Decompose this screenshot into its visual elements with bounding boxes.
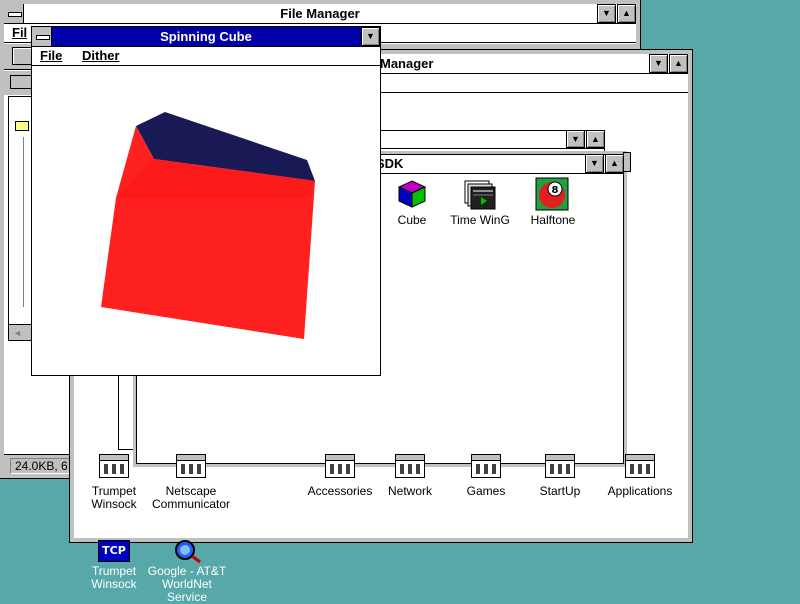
maximize-button[interactable]: ▲	[669, 54, 688, 73]
program-group-icon	[395, 454, 425, 478]
maximize-button[interactable]: ▲	[617, 4, 636, 23]
cube-canvas[interactable]	[32, 67, 380, 375]
program-group-icon	[471, 454, 501, 478]
eight-ball-icon: 8	[535, 177, 569, 211]
system-menu-icon[interactable]	[4, 4, 24, 23]
stack-icon	[464, 180, 496, 210]
minimize-button[interactable]: ▼	[649, 54, 668, 73]
vertical-scrollbar[interactable]	[623, 152, 631, 172]
scroll-left-icon[interactable]: ◄	[9, 328, 22, 338]
program-item-time-wing[interactable]: Time WinG	[445, 179, 515, 227]
tcp-icon: TCP	[98, 540, 130, 562]
menu-file[interactable]: File	[40, 48, 62, 63]
window-title: Manager	[380, 56, 434, 71]
spinning-cube-titlebar[interactable]: Spinning Cube ▼	[32, 27, 380, 47]
group-label: Applications	[607, 484, 673, 498]
group-label: Network	[387, 484, 432, 498]
group-icon-games[interactable]: Games	[456, 454, 516, 504]
tree-line	[23, 137, 24, 307]
group-label: StartUp	[539, 484, 581, 498]
group-icon-applications[interactable]: Applications	[602, 454, 678, 504]
group-icon-netscape-communicator[interactable]: Netscape Communicator	[146, 454, 236, 514]
file-manager-titlebar[interactable]: File Manager ▼ ▲	[4, 4, 636, 24]
folder-icon[interactable]	[15, 121, 29, 131]
status-text: 24.0KB, 6	[10, 458, 73, 474]
menu-file[interactable]: Fil	[12, 25, 27, 40]
maximize-button[interactable]: ▲	[586, 130, 605, 148]
spinning-cube-window[interactable]: Spinning Cube ▼ File Dither	[31, 26, 381, 376]
minimize-button[interactable]: ▼	[566, 130, 585, 148]
program-item-label: Halftone	[530, 213, 576, 227]
desktop-icon-trumpet-winsock[interactable]: TCP Trumpet Winsock	[84, 538, 144, 600]
maximize-button[interactable]: ▲	[605, 154, 624, 173]
minimize-button[interactable]: ▼	[597, 4, 616, 23]
program-group-icon	[176, 454, 206, 478]
program-item-label: Time WinG	[450, 213, 510, 227]
program-group-icon	[325, 454, 355, 478]
system-menu-icon[interactable]	[32, 27, 52, 46]
window-title: File Manager	[280, 6, 360, 21]
group-icon-startup[interactable]: StartUp	[530, 454, 590, 504]
program-group-icon	[99, 454, 129, 478]
program-group-icon	[545, 454, 575, 478]
program-item-label: Cube	[397, 213, 427, 227]
menu-dither[interactable]: Dither	[82, 48, 120, 63]
cube-icon	[397, 180, 427, 208]
program-item-cube[interactable]: Cube	[387, 179, 437, 227]
drive-icon[interactable]	[10, 75, 32, 89]
group-icon-accessories[interactable]: Accessories	[300, 454, 380, 504]
group-label: Games	[466, 484, 506, 498]
program-item-halftone[interactable]: 8 Halftone	[525, 177, 581, 227]
desktop-label-line3: Service	[166, 590, 207, 604]
minimize-button[interactable]: ▼	[361, 27, 380, 46]
window-title: Spinning Cube	[160, 29, 252, 44]
minimize-button[interactable]: ▼	[585, 154, 604, 173]
group-icon-trumpet-winsock[interactable]: Trumpet Winsock	[84, 454, 144, 514]
magnifier-icon	[175, 540, 201, 564]
desktop-label-line2: Winsock	[91, 577, 137, 591]
program-group-icon	[625, 454, 655, 478]
spinning-cube-menubar: File Dither	[32, 47, 380, 66]
group-icon-network[interactable]: Network	[380, 454, 440, 504]
desktop-icon-google-att-worldnet[interactable]: Google - AT&T WorldNet Service	[146, 538, 228, 604]
svg-text:8: 8	[552, 185, 559, 196]
group-label-line2: Winsock	[91, 497, 137, 511]
spinning-cube-graphic	[101, 112, 315, 339]
group-label-line2: Communicator	[151, 497, 231, 511]
group-label: Accessories	[307, 484, 373, 498]
